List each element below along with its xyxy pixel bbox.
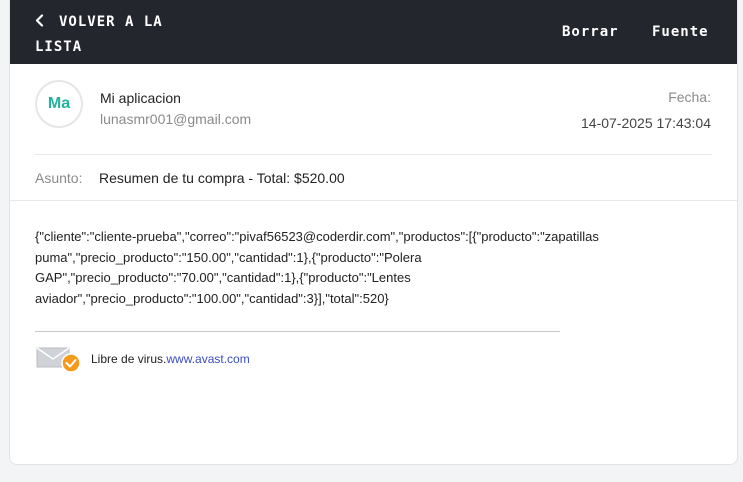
avast-mail-check-icon bbox=[36, 345, 82, 375]
sender-email: lunasmr001@gmail.com bbox=[100, 111, 252, 127]
header-divider bbox=[35, 154, 712, 155]
subject-value: Resumen de tu compra - Total: $520.00 bbox=[99, 170, 345, 186]
virus-free-text: Libre de virus. bbox=[91, 352, 167, 366]
top-bar: VOLVER A LA LISTA Borrar Fuente bbox=[10, 0, 737, 64]
email-body: {"cliente":"cliente-prueba","correo":"pi… bbox=[35, 229, 599, 306]
subject-divider bbox=[10, 200, 737, 201]
sender-name: Mi aplicacion bbox=[100, 90, 181, 106]
source-button[interactable]: Fuente bbox=[652, 21, 709, 43]
chevron-left-icon bbox=[35, 10, 49, 35]
signature-divider bbox=[35, 331, 560, 332]
back-label-line1: VOLVER A LA bbox=[59, 14, 163, 30]
date-label: Fecha: bbox=[668, 89, 711, 105]
date-value: 14-07-2025 17:43:04 bbox=[581, 115, 711, 131]
virus-free-notice: Libre de virus.www.avast.com bbox=[91, 352, 250, 366]
avast-link[interactable]: www.avast.com bbox=[166, 352, 249, 366]
subject-label: Asunto: bbox=[35, 170, 83, 186]
avatar: Ma bbox=[35, 80, 83, 128]
email-detail-card: VOLVER A LA LISTA Borrar Fuente Ma Mi ap… bbox=[9, 0, 738, 465]
back-to-list-button[interactable]: VOLVER A LA LISTA bbox=[35, 10, 195, 60]
delete-button[interactable]: Borrar bbox=[562, 21, 619, 43]
back-label-line2: LISTA bbox=[35, 39, 83, 55]
